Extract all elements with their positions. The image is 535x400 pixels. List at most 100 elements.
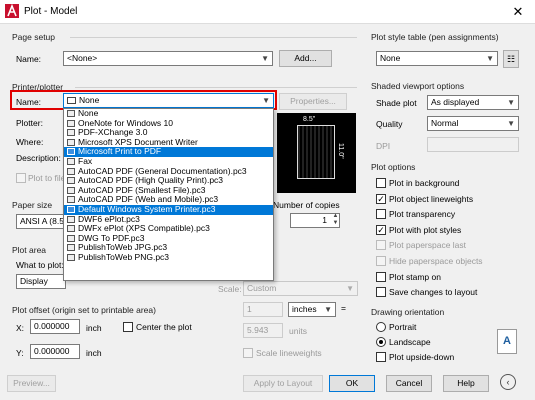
copies-label: Number of copies xyxy=(273,200,340,210)
plot-option-label: Plot transparency xyxy=(389,209,456,220)
dropdown-option[interactable]: DWFx ePlot (XPS Compatible).pc3 xyxy=(64,224,273,234)
dropdown-option[interactable]: DWF6 ePlot.pc3 xyxy=(64,215,273,225)
what-to-plot-select[interactable]: Display xyxy=(16,274,66,289)
scale-select[interactable]: Custom ▼ xyxy=(243,281,358,296)
center-plot-checkbox[interactable] xyxy=(123,322,133,332)
paper-size-select[interactable]: ANSI A (8.50 xyxy=(16,214,66,229)
dropdown-option[interactable]: AutoCAD PDF (Web and Mobile).pc3 xyxy=(64,195,273,205)
center-plot-label: Center the plot xyxy=(136,322,192,332)
dropdown-option[interactable]: PublishToWeb JPG.pc3 xyxy=(64,243,273,253)
plot-option-label: Hide paperspace objects xyxy=(389,256,483,266)
landscape-radio[interactable] xyxy=(376,337,386,347)
edit-style-icon[interactable]: ☷ xyxy=(503,50,519,68)
cancel-button[interactable]: Cancel xyxy=(386,375,432,392)
dropdown-option-label: Fax xyxy=(78,156,93,166)
dropdown-option[interactable]: OneNote for Windows 10 xyxy=(64,119,273,129)
dropdown-option-label: DWG To PDF.pc3 xyxy=(78,233,145,243)
printer-icon xyxy=(67,234,75,242)
offset-y-input[interactable]: 0.000000 xyxy=(30,344,80,359)
shade-plot-select[interactable]: As displayed ▼ xyxy=(427,95,519,110)
dropdown-option[interactable]: DWG To PDF.pc3 xyxy=(64,234,273,244)
plot-options-group-label: Plot options xyxy=(371,162,416,172)
window-title: Plot - Model xyxy=(24,6,78,17)
plot-style-group-label: Plot style table (pen assignments) xyxy=(371,32,499,42)
description-label: Description: xyxy=(16,153,61,163)
offset-x-input[interactable]: 0.000000 xyxy=(30,319,80,334)
upside-down-checkbox[interactable] xyxy=(376,352,386,362)
dropdown-option-label: AutoCAD PDF (Web and Mobile).pc3 xyxy=(78,195,219,205)
dropdown-option[interactable]: PublishToWeb PNG.pc3 xyxy=(64,253,273,263)
printer-icon xyxy=(67,244,75,252)
offset-y-unit: inch xyxy=(86,348,102,358)
help-button[interactable]: Help xyxy=(443,375,489,392)
dropdown-option[interactable]: None xyxy=(64,109,273,119)
printer-name-label: Name: xyxy=(16,97,42,107)
portrait-radio[interactable] xyxy=(376,322,386,332)
upside-down-label: Plot upside-down xyxy=(389,352,455,362)
dropdown-option[interactable]: AutoCAD PDF (General Documentation).pc3 xyxy=(64,167,273,177)
dropdown-option[interactable]: Fax xyxy=(64,157,273,167)
plot-option-checkbox[interactable] xyxy=(376,240,386,251)
dpi-input[interactable] xyxy=(427,137,519,152)
scale-units-label: units xyxy=(289,326,307,336)
chevron-down-icon: ▼ xyxy=(261,54,269,63)
printer-icon xyxy=(67,148,75,156)
plot-style-select[interactable]: None ▼ xyxy=(376,51,498,66)
divider xyxy=(70,37,357,38)
dropdown-option-label: Microsoft Print to PDF xyxy=(78,147,162,157)
chevron-down-icon: ▼ xyxy=(507,98,515,107)
close-icon[interactable]: ✕ xyxy=(508,3,528,21)
dropdown-option[interactable]: AutoCAD PDF (Smallest File).pc3 xyxy=(64,186,273,196)
shade-plot-value: As displayed xyxy=(431,97,480,107)
preview-button[interactable]: Preview... xyxy=(7,375,56,392)
plot-option-checkbox[interactable] xyxy=(376,256,386,266)
scale-lineweights-label: Scale lineweights xyxy=(256,348,322,358)
apply-to-layout-button[interactable]: Apply to Layout xyxy=(243,375,323,392)
plot-option-checkbox[interactable] xyxy=(376,287,386,298)
printer-icon xyxy=(67,119,75,127)
printer-icon xyxy=(67,225,75,233)
dropdown-option-label: PublishToWeb PNG.pc3 xyxy=(78,252,170,262)
offset-x-label: X: xyxy=(16,323,25,333)
dropdown-option[interactable]: Microsoft XPS Document Writer xyxy=(64,138,273,148)
dropdown-option[interactable]: AutoCAD PDF (High Quality Print).pc3 xyxy=(64,176,273,186)
plot-option-checkbox[interactable]: ✓ xyxy=(376,193,386,204)
plot-to-file-checkbox[interactable] xyxy=(16,173,26,183)
properties-button[interactable]: Properties... xyxy=(279,93,347,110)
title-bar xyxy=(0,0,535,24)
add-page-setup-button[interactable]: Add... xyxy=(279,50,332,67)
preview-height: 11.0" xyxy=(337,143,344,159)
dropdown-option-label: PublishToWeb JPG.pc3 xyxy=(78,243,168,253)
printer-dropdown-list[interactable]: None OneNote for Windows 10 PDF-XChange 3.… xyxy=(63,108,274,281)
plot-to-file-label: Plot to file xyxy=(28,173,66,183)
scale-units-input[interactable]: 5.943 xyxy=(243,323,283,338)
dropdown-option-label: Default Windows System Printer.pc3 xyxy=(78,204,216,214)
dropdown-option[interactable]: Default Windows System Printer.pc3 xyxy=(64,204,273,215)
scale-lineweights-checkbox[interactable] xyxy=(243,348,253,358)
scale-num-input[interactable]: 1 xyxy=(243,302,283,317)
offset-x-unit: inch xyxy=(86,323,102,333)
plot-option-checkbox[interactable] xyxy=(376,209,386,220)
dropdown-option[interactable]: Microsoft Print to PDF xyxy=(64,147,273,157)
where-label: Where: xyxy=(16,137,44,147)
page-setup-name-label: Name: xyxy=(16,54,42,64)
page-setup-name-select[interactable]: <None> ▼ xyxy=(63,51,273,66)
printer-icon xyxy=(67,138,75,146)
ok-button[interactable]: OK xyxy=(329,375,375,392)
scale-unit-select[interactable]: inches ▼ xyxy=(288,302,336,317)
dropdown-option-label: OneNote for Windows 10 xyxy=(78,118,173,128)
spinner-icon[interactable]: ▲ ▼ xyxy=(331,213,340,228)
shade-plot-label: Shade plot xyxy=(376,98,417,108)
plot-option-checkbox[interactable] xyxy=(376,178,386,188)
dropdown-option-label: Microsoft XPS Document Writer xyxy=(78,137,198,147)
scale-unit-value: inches xyxy=(292,304,317,314)
plot-option-checkbox[interactable] xyxy=(376,271,386,282)
printer-name-select[interactable]: None ▼ xyxy=(63,93,274,108)
plot-option-label: Plot in background xyxy=(389,178,460,188)
portrait-label: Portrait xyxy=(389,322,417,332)
dropdown-option[interactable]: PDF-XChange 3.0 xyxy=(64,128,273,138)
plot-option-checkbox[interactable]: ✓ xyxy=(376,224,386,235)
quality-select[interactable]: Normal ▼ xyxy=(427,116,519,131)
dropdown-option-label: DWF6 ePlot.pc3 xyxy=(78,214,140,224)
collapse-icon[interactable]: ‹ xyxy=(500,374,516,390)
